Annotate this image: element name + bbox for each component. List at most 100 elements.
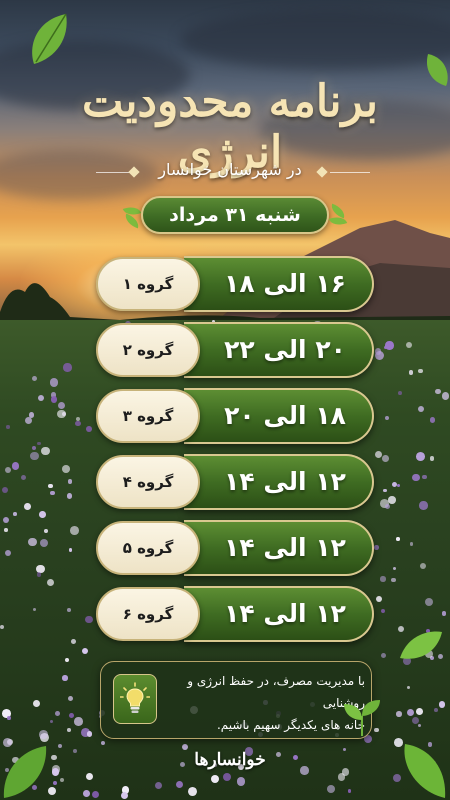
flower-dot [188, 786, 198, 796]
flower-dot [425, 597, 434, 606]
divider [330, 172, 370, 173]
flower-dot [39, 511, 46, 518]
flower-dot [341, 768, 350, 776]
schedule-row-group-1: ۱۶ الی ۱۸ گروه ۱ [96, 256, 374, 312]
flower-dot [63, 363, 72, 372]
flower-dot [441, 391, 450, 400]
flower-dot [417, 368, 423, 374]
flower-dot [422, 474, 427, 479]
flower-dot [41, 446, 50, 455]
flower-dot [70, 525, 79, 535]
flower-dot [300, 766, 309, 775]
flower-dot [419, 501, 428, 510]
flower-dot [292, 754, 298, 760]
flower-dot [3, 516, 10, 523]
hours-text: ۱۶ الی ۱۸ [224, 269, 346, 298]
flower-dot [75, 421, 81, 427]
flower-dot [85, 615, 93, 624]
flower-dot [397, 483, 401, 487]
flower-dot [396, 537, 400, 541]
flower-dot [62, 675, 68, 681]
group-label: گروه ۵ [96, 521, 200, 575]
flower-dot [48, 483, 53, 488]
hours-text: ۱۸ الی ۲۰ [224, 401, 346, 430]
info-line-1: با مدیریت مصرف، در حفظ انرژی و روشنایی [187, 674, 365, 710]
flower-dot [37, 394, 45, 401]
flower-dot [0, 624, 5, 629]
flower-dot [49, 378, 59, 387]
flower-dot [11, 462, 20, 470]
group-label: گروه ۳ [96, 389, 200, 443]
leaf-icon [404, 744, 446, 798]
schedule-row-group-4: ۱۲ الی ۱۴ گروه ۴ [96, 454, 374, 510]
flower-dot [13, 512, 17, 516]
flower-dot [4, 466, 11, 473]
schedule-row-group-3: ۱۸ الی ۲۰ گروه ۳ [96, 388, 374, 444]
flower-dot [396, 711, 402, 717]
info-line-2: خانه های یکدیگر سهیم باشیم. [216, 718, 365, 732]
group-label: گروه ۱ [96, 257, 200, 311]
flower-dot [6, 425, 10, 429]
flower-dot [382, 454, 389, 462]
leaf-icon [426, 54, 448, 86]
flower-dot [36, 572, 42, 577]
flower-dot [67, 728, 71, 733]
flower-dot [62, 464, 71, 473]
page-title: برنامه محدودیت انرژی [81, 76, 378, 178]
flower-dot [68, 548, 73, 552]
flower-dot [50, 490, 55, 495]
flower-dot [342, 747, 346, 751]
flower-dot [374, 545, 379, 550]
group-label: گروه ۲ [96, 323, 200, 377]
flower-dot [55, 711, 60, 716]
flower-dot [415, 451, 425, 461]
date-badge: شنبه ۳۱ مرداد [141, 196, 329, 234]
flower-dot [67, 479, 73, 484]
schedule-row-group-5: ۱۲ الی ۱۴ گروه ۵ [96, 520, 374, 576]
flower-dot [380, 576, 386, 582]
flower-dot [155, 781, 163, 789]
flower-dot [39, 730, 48, 739]
flower-dot [20, 474, 27, 480]
flower-dot [86, 425, 92, 432]
schedule-row-group-6: ۱۲ الی ۱۴ گروه ۶ [96, 586, 374, 642]
leaf-icon [400, 631, 442, 659]
flower-dot [74, 717, 83, 726]
flower-dot [383, 488, 387, 492]
flower-dot [408, 370, 414, 375]
footer-brand: خوانسارها [194, 750, 266, 770]
flower-dot [347, 789, 352, 793]
schedule-row-group-2: ۲۰ الی ۲۲ گروه ۲ [96, 322, 374, 378]
flower-dot [438, 701, 445, 708]
info-card: با مدیریت مصرف، در حفظ انرژی و روشنایی خ… [100, 661, 372, 739]
flower-dot [411, 717, 419, 725]
flower-dot [29, 412, 35, 418]
flower-dot [406, 341, 413, 348]
sprout-icon [344, 700, 380, 736]
flower-dot [4, 528, 8, 532]
flower-dot [326, 784, 335, 793]
group-label: گروه ۶ [96, 587, 200, 641]
flower-dot [44, 529, 48, 533]
flower-dot [66, 608, 71, 613]
flower-dot [46, 578, 55, 587]
flower-dot [388, 496, 396, 504]
flower-dot [380, 608, 385, 613]
flower-dot [374, 350, 384, 360]
hours-text: ۲۰ الی ۲۲ [224, 335, 346, 364]
flower-dot [23, 502, 31, 510]
flower-dot [434, 388, 441, 395]
hours-text: ۱۲ الی ۱۴ [224, 599, 346, 628]
flower-dot [376, 595, 382, 602]
flower-dot [429, 417, 436, 423]
flower-dot [51, 754, 57, 761]
flower-dot [397, 391, 402, 396]
flower-dot [83, 789, 91, 797]
flower-dot [81, 647, 88, 654]
flower-dot [392, 566, 396, 571]
leaf-icon [32, 13, 67, 64]
flower-dot [49, 719, 53, 723]
leaf-icon [3, 746, 47, 798]
flower-dot [92, 791, 99, 799]
flower-dot [51, 768, 59, 776]
